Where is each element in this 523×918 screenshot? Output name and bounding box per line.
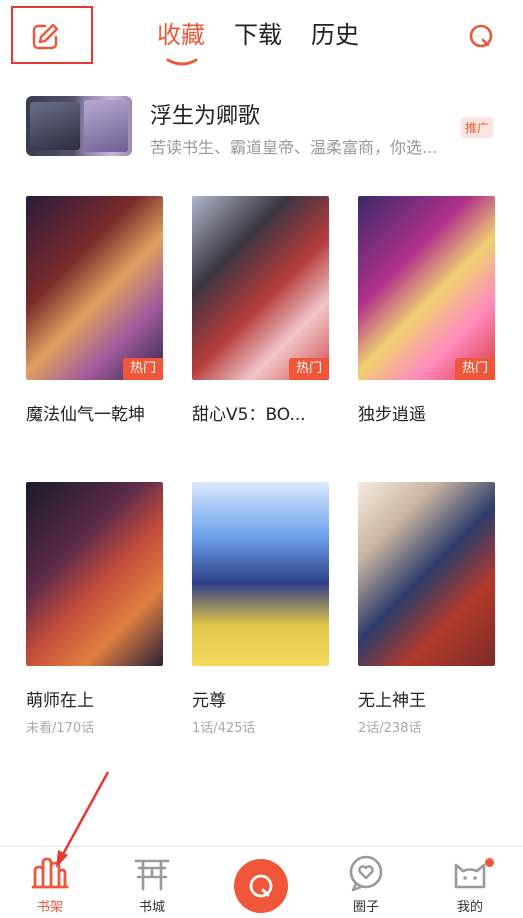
hot-badge: 热门 (455, 358, 495, 380)
promo-title: 浮生为卿歌 (150, 104, 261, 129)
cat-icon (454, 863, 486, 889)
nav-label-bookshelf: 书架 (36, 900, 63, 915)
tab-active-indicator (166, 58, 198, 66)
nav-item-mine[interactable]: 我的 (430, 853, 510, 915)
search-icon[interactable] (467, 22, 495, 50)
hot-badge: 热门 (289, 358, 329, 380)
book-title: 无上神王 (358, 691, 426, 711)
book-cover[interactable]: 热门 (358, 196, 495, 380)
book-card[interactable]: 热门 魔法仙气一乾坤 (26, 196, 163, 425)
book-title: 独步逍遥 (358, 405, 426, 425)
promo-description: 苦读书生、霸道皇帝、温柔富商，你选... (150, 138, 438, 157)
book-progress: 2话/238话 (358, 721, 422, 736)
bookshelf-icon (31, 857, 69, 889)
book-card[interactable]: 萌师在上 未看/170话 (26, 482, 163, 736)
book-cover[interactable]: 热门 (26, 196, 163, 380)
tab-downloads[interactable]: 下载 (234, 18, 282, 52)
book-card[interactable]: 无上神王 2话/238话 (358, 482, 495, 736)
book-progress: 未看/170话 (26, 721, 95, 736)
search-icon (249, 874, 273, 898)
book-title: 萌师在上 (26, 691, 94, 711)
book-card[interactable]: 热门 甜心V5：BO... (192, 196, 329, 425)
nav-label-bookstore: 书城 (138, 900, 165, 915)
edit-icon[interactable] (30, 22, 60, 52)
book-title: 元尊 (192, 691, 226, 711)
tab-bar: 收藏 下载 历史 (157, 18, 359, 52)
tab-favorites[interactable]: 收藏 (157, 18, 205, 52)
gate-icon (134, 859, 170, 891)
nav-label-circle: 圈子 (352, 900, 379, 915)
bottom-nav: 书架 书城 圈子 我的 (0, 846, 523, 918)
hot-badge: 热门 (123, 358, 163, 380)
nav-item-bookshelf[interactable]: 书架 (10, 853, 90, 915)
promo-banner[interactable]: 浮生为卿歌 苦读书生、霸道皇帝、温柔富商，你选... 推广 (26, 96, 498, 158)
book-cover[interactable]: 热门 (192, 196, 329, 380)
book-title: 甜心V5：BO... (192, 405, 306, 425)
notification-dot (485, 858, 494, 867)
book-cover[interactable] (26, 482, 163, 666)
top-header: 收藏 下载 历史 (0, 0, 523, 76)
promo-badge: 推广 (461, 117, 494, 138)
book-progress: 1话/425话 (192, 721, 256, 736)
book-card[interactable]: 热门 独步逍遥 (358, 196, 495, 425)
book-cover[interactable] (358, 482, 495, 666)
chat-heart-icon (349, 855, 383, 892)
book-card[interactable]: 元尊 1话/425话 (192, 482, 329, 736)
nav-item-bookstore[interactable]: 书城 (112, 853, 192, 915)
nav-item-circle[interactable]: 圈子 (326, 853, 406, 915)
nav-label-mine: 我的 (456, 900, 483, 915)
center-search-button[interactable] (234, 859, 288, 913)
tab-history[interactable]: 历史 (311, 18, 359, 52)
book-title: 魔法仙气一乾坤 (26, 405, 145, 425)
promo-thumbnail (26, 96, 132, 156)
book-cover[interactable] (192, 482, 329, 666)
